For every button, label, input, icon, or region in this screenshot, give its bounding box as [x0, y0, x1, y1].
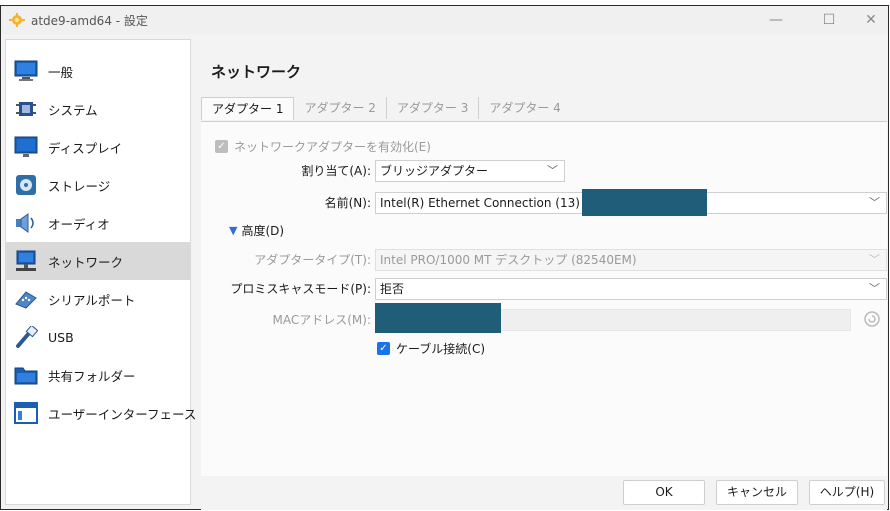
ok-button[interactable]: OK [623, 480, 705, 505]
attached-to-label: 割り当て(A): [301, 164, 371, 178]
sidebar-item-label: システム [48, 102, 98, 118]
sidebar-item-system[interactable]: システム [6, 90, 190, 128]
promiscuous-value: 拒否 [380, 282, 405, 296]
sidebar-item-label: ディスプレイ [48, 140, 123, 156]
speaker-icon [14, 211, 38, 235]
adapter-panel: ✓ ネットワークアダプターを有効化(E) 割り当て(A): ブリッジアダプター … [201, 121, 887, 482]
enable-adapter-checkbox[interactable]: ✓ [215, 140, 228, 153]
virtualbox-icon [9, 13, 25, 27]
content-area: ネットワーク アダプター 1 アダプター 2 アダプター 3 アダプター 4 ✓… [201, 39, 887, 482]
refresh-icon [864, 311, 880, 327]
adapter-type-label: アダプタータイプ(T): [254, 253, 371, 267]
title-bar: atde9-amd64 - 設定 — ☐ ✕ [1, 6, 888, 34]
name-value: Intel(R) Ethernet Connection (13) [380, 196, 580, 210]
promiscuous-label: プロミスキャスモード(P): [230, 282, 371, 296]
tab-adapter-1[interactable]: アダプター 1 [201, 97, 295, 120]
cable-connected-label: ケーブル接続(C) [396, 342, 486, 356]
maximize-button[interactable]: ☐ [809, 8, 849, 32]
attached-to-select[interactable]: ブリッジアダプター ﹀ [375, 160, 565, 182]
attached-to-label-wrap: 割り当て(A): [201, 162, 371, 179]
sidebar-item-label: シリアルポート [48, 292, 136, 308]
window-title: atde9-amd64 - 設定 [31, 14, 148, 28]
settings-sidebar: 一般 システム ディスプレイ ストレージ オーディオ ネットワーク シリアルポー… [5, 39, 196, 505]
mac-label-wrap: MACアドレス(M): [201, 311, 372, 328]
refresh-mac-button[interactable] [863, 310, 881, 328]
chevron-down-icon: ﹀ [869, 253, 880, 266]
sidebar-item-label: オーディオ [48, 216, 110, 232]
promiscuous-label-wrap: プロミスキャスモード(P): [201, 280, 371, 297]
disk-icon [14, 173, 38, 197]
sidebar-item-label: 共有フォルダー [48, 368, 136, 384]
mac-label: MACアドレス(M): [272, 313, 372, 327]
sidebar-item-user-interface[interactable]: ユーザーインターフェース [6, 394, 196, 432]
name-label: 名前(N): [324, 196, 371, 210]
chip-icon [14, 97, 38, 121]
chevron-down-icon: ﹀ [869, 196, 880, 209]
sidebar-item-storage[interactable]: ストレージ [6, 166, 190, 204]
cable-connected-row: ✓ ケーブル接続(C) [377, 340, 485, 357]
sidebar-item-label: ユーザーインターフェース [48, 406, 197, 422]
ui-icon [14, 401, 38, 425]
enable-adapter-row: ✓ ネットワークアダプターを有効化(E) [215, 138, 431, 155]
folder-icon [14, 363, 38, 387]
sidebar-item-label: USB [48, 329, 74, 345]
dialog-footer: OK キャンセル ヘルプ(H) [201, 476, 887, 510]
sidebar-item-general[interactable]: 一般 [6, 52, 190, 90]
sidebar-item-shared-folders[interactable]: 共有フォルダー [6, 356, 190, 394]
help-button[interactable]: ヘルプ(H) [809, 480, 885, 505]
adapter-type-select[interactable]: Intel PRO/1000 MT デスクトップ (82540EM) ﹀ [375, 249, 887, 271]
expand-triangle-icon: ▼ [229, 224, 238, 237]
tab-adapter-3[interactable]: アダプター 3 [387, 97, 480, 119]
redacted-block [582, 189, 707, 216]
tab-adapter-2[interactable]: アダプター 2 [294, 97, 387, 119]
enable-adapter-label: ネットワークアダプターを有効化(E) [234, 140, 431, 154]
monitor-icon [14, 59, 38, 83]
cable-connected-checkbox[interactable]: ✓ [377, 342, 390, 355]
display-icon [14, 135, 38, 159]
advanced-toggle[interactable]: ▼ 高度(D) [229, 222, 284, 239]
sidebar-item-usb[interactable]: USB [6, 318, 190, 356]
serial-port-icon [14, 287, 38, 311]
adapter-type-label-wrap: アダプタータイプ(T): [201, 251, 371, 268]
sidebar-item-serial-ports[interactable]: シリアルポート [6, 280, 190, 318]
sidebar-item-audio[interactable]: オーディオ [6, 204, 190, 242]
sidebar-item-label: 一般 [48, 64, 74, 80]
chevron-down-icon: ﹀ [547, 164, 558, 177]
network-icon [14, 249, 38, 273]
cancel-button[interactable]: キャンセル [716, 480, 798, 505]
sidebar-item-display[interactable]: ディスプレイ [6, 128, 190, 166]
advanced-label: 高度(D) [241, 224, 285, 238]
sidebar-item-network[interactable]: ネットワーク [6, 242, 190, 280]
promiscuous-select[interactable]: 拒否 ﹀ [375, 278, 887, 300]
settings-window: atde9-amd64 - 設定 — ☐ ✕ 一般 システム ディスプレイ スト… [0, 5, 889, 510]
page-title: ネットワーク [211, 63, 302, 81]
minimize-button[interactable]: — [756, 8, 796, 32]
adapter-tabs: アダプター 1 アダプター 2 アダプター 3 アダプター 4 [201, 97, 571, 121]
attached-to-value: ブリッジアダプター [380, 164, 489, 178]
sidebar-item-label: ネットワーク [48, 254, 124, 270]
close-button[interactable]: ✕ [851, 8, 890, 32]
redacted-block [375, 303, 501, 333]
adapter-type-value: Intel PRO/1000 MT デスクトップ (82540EM) [380, 253, 637, 267]
name-label-wrap: 名前(N): [201, 194, 371, 211]
chevron-down-icon: ﹀ [869, 282, 880, 295]
tab-adapter-4[interactable]: アダプター 4 [479, 97, 570, 119]
usb-icon [14, 325, 38, 349]
sidebar-item-label: ストレージ [48, 178, 111, 194]
